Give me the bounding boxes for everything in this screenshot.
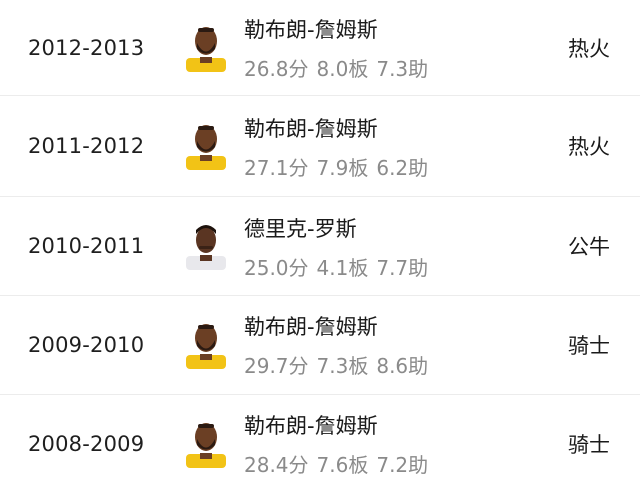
points-value: 26.8分: [244, 57, 309, 81]
assists-value: 7.2助: [376, 453, 429, 477]
player-avatar-icon: [186, 422, 226, 468]
list-item[interactable]: 2012-2013 勒布朗-詹姆斯 26.8分 8.0板 7.3助 热火: [0, 0, 640, 96]
assists-value: 7.3助: [376, 57, 429, 81]
points-value: 28.4分: [244, 453, 309, 477]
list-item[interactable]: 2010-2011 德里克-罗斯 25.0分 4.1板 7.7助 公牛: [0, 197, 640, 296]
points-value: 29.7分: [244, 354, 309, 378]
rebounds-value: 7.3板: [316, 354, 369, 378]
player-avatar-icon: [186, 225, 226, 270]
season-label: 2011-2012: [28, 134, 145, 158]
rebounds-value: 7.6板: [316, 453, 369, 477]
list-item[interactable]: 2011-2012 勒布朗-詹姆斯 27.1分 7.9板 6.2助 热火: [0, 96, 640, 197]
team-label: 热火: [568, 36, 610, 61]
player-avatar-icon: [186, 26, 226, 72]
team-label: 热火: [568, 135, 610, 159]
player-stats: 29.7分 7.3板 8.6助: [244, 350, 428, 379]
points-value: 25.0分: [244, 256, 309, 280]
player-stats: 25.0分 4.1板 7.7助: [244, 252, 428, 281]
season-label: 2010-2011: [28, 234, 145, 258]
list-item[interactable]: 2008-2009 勒布朗-詹姆斯 28.4分 7.6板 7.2助 骑士: [0, 395, 640, 492]
player-stats: 28.4分 7.6板 7.2助: [244, 449, 428, 478]
season-label: 2009-2010: [28, 333, 145, 357]
rebounds-value: 8.0板: [316, 57, 369, 81]
player-stats: 26.8分 8.0板 7.3助: [244, 53, 428, 82]
player-name: 勒布朗-詹姆斯: [244, 315, 378, 339]
player-avatar-icon: [186, 125, 226, 170]
season-label: 2012-2013: [28, 35, 145, 60]
player-name: 勒布朗-詹姆斯: [244, 18, 378, 42]
rebounds-value: 4.1板: [316, 256, 369, 280]
points-value: 27.1分: [244, 156, 309, 180]
assists-value: 7.7助: [376, 256, 429, 280]
team-label: 公牛: [568, 235, 610, 259]
player-avatar-icon: [186, 324, 226, 369]
player-name: 勒布朗-詹姆斯: [244, 414, 378, 438]
mvp-season-list: 2012-2013 勒布朗-詹姆斯 26.8分 8.0板 7.3助 热火 2011-…: [0, 0, 640, 492]
player-name: 勒布朗-詹姆斯: [244, 117, 378, 141]
assists-value: 6.2助: [376, 156, 429, 180]
season-label: 2008-2009: [28, 431, 145, 456]
rebounds-value: 7.9板: [316, 156, 369, 180]
player-stats: 27.1分 7.9板 6.2助: [244, 152, 428, 181]
player-name: 德里克-罗斯: [244, 217, 357, 241]
list-item[interactable]: 2009-2010 勒布朗-詹姆斯 29.7分 7.3板 8.6助 骑士: [0, 296, 640, 395]
assists-value: 8.6助: [376, 354, 429, 378]
team-label: 骑士: [568, 334, 610, 358]
team-label: 骑士: [568, 432, 610, 457]
